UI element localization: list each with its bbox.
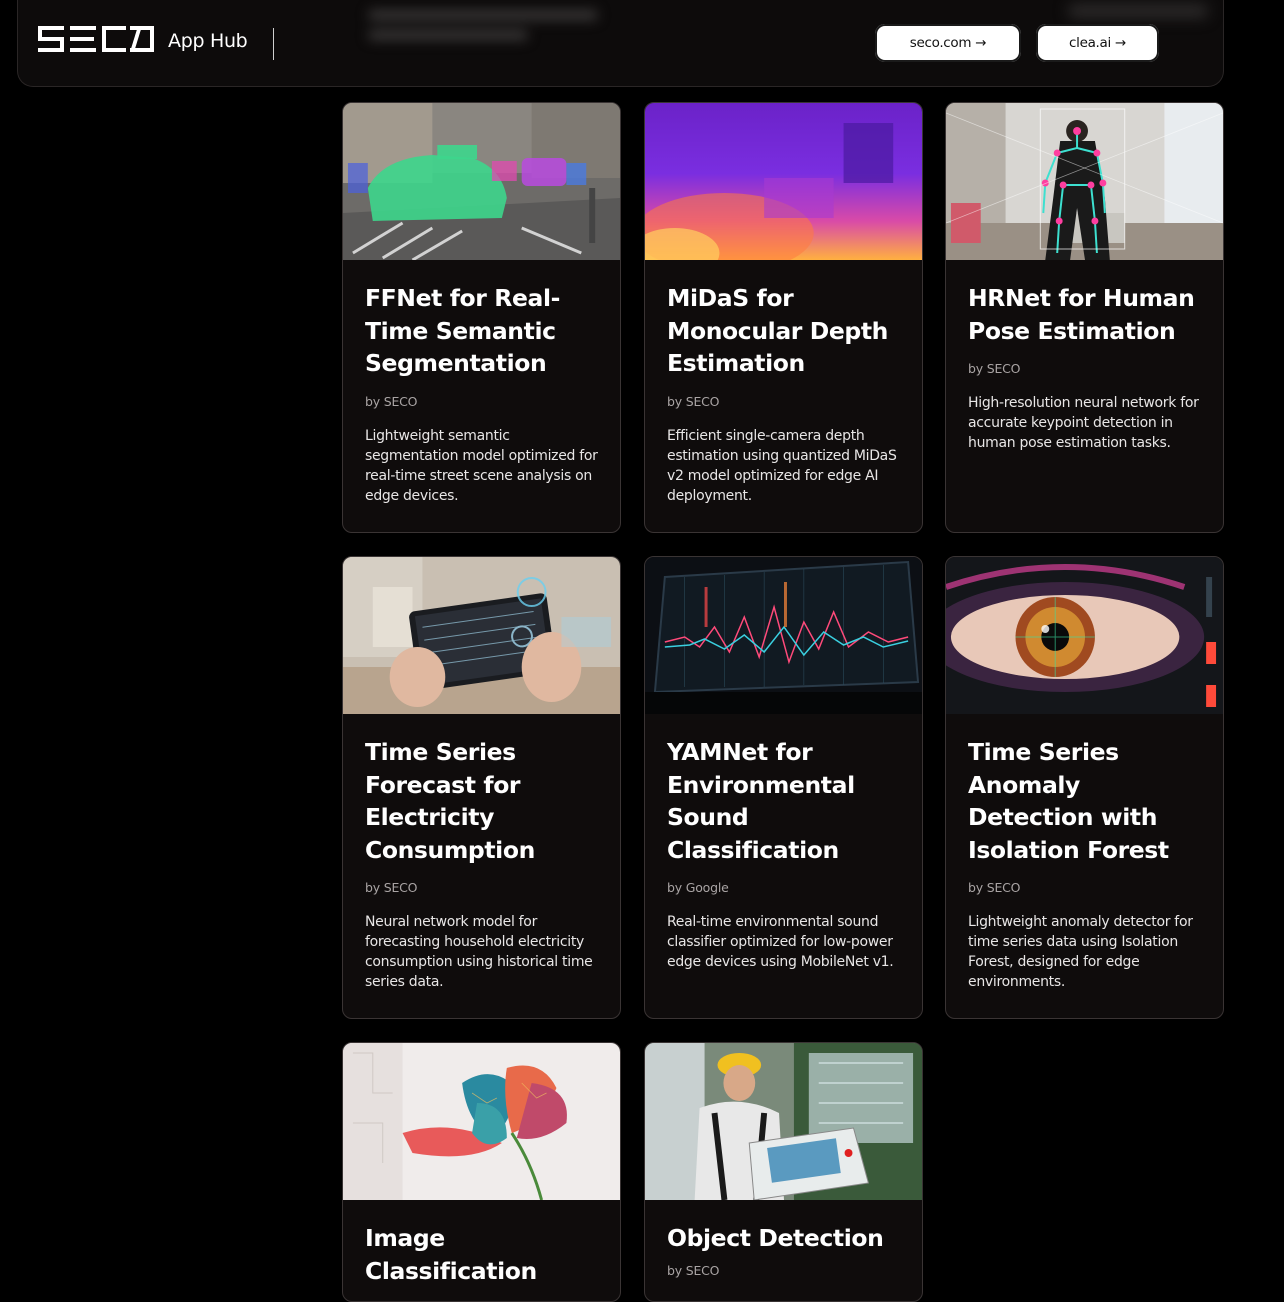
app-card-object-detection[interactable]: Object Detection by SECO [644,1042,923,1302]
app-card-yamnet[interactable]: YAMNet for Environmental Sound Classific… [644,556,923,1019]
blurred-text [368,0,618,42]
seco-link-button[interactable]: seco.com → [875,24,1021,62]
blurred-text [1068,4,1208,18]
logo[interactable]: App Hub [38,24,248,54]
card-description: Efficient single-camera depth estimation… [667,427,897,504]
app-card-ffnet[interactable]: FFNet for Real-Time Semantic Segmentatio… [342,102,621,533]
app-card-image-classification[interactable]: Image Classification [342,1042,621,1302]
depth-map-image [645,103,922,260]
card-description: Lightweight anomaly detector for time se… [968,914,1193,990]
card-title: Time Series Anomaly Detection with Isola… [968,738,1169,864]
card-author: by SECO [968,361,1021,376]
app-card-hrnet[interactable]: HRNet for Human Pose Estimation by SECO … [945,102,1224,533]
app-card-midas[interactable]: MiDaS for Monocular Depth Estimation by … [644,102,923,533]
pose-estimation-image [946,103,1223,260]
header-divider [273,28,274,60]
card-title: MiDaS for Monocular Depth Estimation [667,284,888,377]
app-name: App Hub [168,30,248,52]
top-header: App Hub seco.com → clea.ai → [17,0,1224,87]
card-author: by SECO [667,393,720,409]
tulip-image [343,1043,620,1200]
app-card-electricity-forecast[interactable]: Time Series Forecast for Electricity Con… [342,556,621,1019]
card-author: by SECO [365,393,418,409]
clea-link-button[interactable]: clea.ai → [1036,24,1159,62]
card-description: Lightweight semantic segmentation model … [365,427,598,504]
card-author: by SECO [667,1262,720,1278]
card-description: Neural network model for forecasting hou… [365,914,593,990]
card-author: by Google [667,880,729,895]
card-title: YAMNet for Environmental Sound Classific… [667,738,855,864]
street-segmentation-image [343,103,620,260]
app-card-anomaly-detection[interactable]: Time Series Anomaly Detection with Isola… [945,556,1224,1019]
card-title: FFNet for Real-Time Semantic Segmentatio… [365,284,560,377]
card-description: High-resolution neural network for accur… [968,395,1199,451]
card-title: Object Detection [667,1224,884,1252]
digital-eye-image [946,557,1223,714]
card-title: HRNet for Human Pose Estimation [968,284,1195,345]
card-title: Image Classification [365,1224,537,1285]
card-description: Real-time environmental sound classifier… [667,914,894,970]
card-title: Time Series Forecast for Electricity Con… [365,738,535,864]
seco-logo-icon [38,26,154,52]
tablet-dashboard-image [343,557,620,714]
card-author: by SECO [968,880,1021,895]
factory-worker-image [645,1043,922,1200]
sound-waveform-image [645,557,922,714]
card-author: by SECO [365,880,418,895]
